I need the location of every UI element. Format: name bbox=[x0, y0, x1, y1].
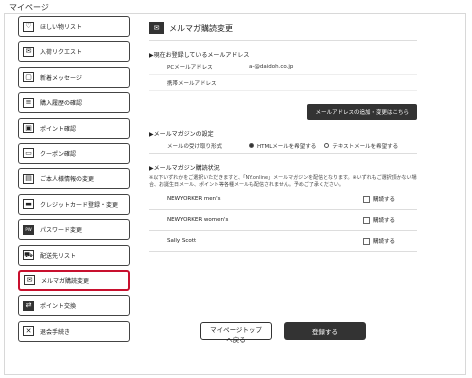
sidebar-item-label: 退会手続き bbox=[40, 328, 71, 336]
checkbox-icon bbox=[362, 216, 370, 224]
heart-icon: ♡ bbox=[23, 21, 34, 32]
sidebar-item-label: ポイント確認 bbox=[40, 125, 77, 133]
sidebar-item-11[interactable]: ⇄ ポイント交換 bbox=[18, 295, 130, 317]
sidebar-item-label: クレジットカード登録・変更 bbox=[40, 201, 119, 209]
subscribe-checkbox-label: 購読する bbox=[372, 239, 395, 245]
sidebar-item-2[interactable]: ▢ 新着メッセージ bbox=[18, 66, 130, 88]
magazine-row: Sally Scott 購読する bbox=[149, 231, 417, 252]
html-radio[interactable]: HTMLメールを希望する bbox=[249, 142, 316, 150]
sidebar-item-6[interactable]: ▤ ご本人様情報の変更 bbox=[18, 168, 130, 190]
mail-icon: ✉ bbox=[24, 275, 35, 286]
html-radio-label: HTMLメールを希望する bbox=[257, 143, 317, 150]
sidebar-item-1[interactable]: ✉ 入荷リクエスト bbox=[18, 41, 130, 63]
form-actions: マイページトップへ戻る 登録する bbox=[200, 322, 366, 344]
sidebar-item-10[interactable]: ✉ メルマガ購読変更 bbox=[18, 269, 130, 291]
radio-unselected-icon bbox=[324, 143, 330, 148]
page-title: マイページ bbox=[9, 3, 49, 12]
sidebar: ♡ ほしい物リスト ✉ 入荷リクエスト ▢ 新着メッセージ ≡ 購入履歴の確認 ▣ ポイント確認 ▭… bbox=[18, 16, 130, 346]
sidebar-item-12[interactable]: ✕ 退会手続き bbox=[18, 320, 130, 342]
close-icon: ✕ bbox=[23, 326, 34, 337]
sidebar-item-label: クーポン確認 bbox=[40, 150, 77, 158]
subscribe-checkbox-label: 購読する bbox=[372, 197, 395, 203]
email-button-wrap: メールアドレスの追加・変更はこちら bbox=[149, 99, 417, 120]
sidebar-item-label: 配送先リスト bbox=[40, 252, 77, 260]
add-change-email-button[interactable]: メールアドレスの追加・変更はこちら bbox=[307, 104, 417, 120]
point-card-icon: ▣ bbox=[23, 123, 34, 134]
section-title: メルマガ購読変更 bbox=[169, 23, 233, 33]
id-card-icon: ▤ bbox=[23, 173, 34, 184]
submit-button[interactable]: 登録する bbox=[284, 322, 366, 340]
magazine-list: NEWYORKER men's 購読する NEWYORKER women's 購読する… bbox=[149, 189, 417, 252]
format-label: メールの受け取り形式 bbox=[167, 143, 223, 150]
sidebar-item-7[interactable]: ▬ クレジットカード登録・変更 bbox=[18, 193, 130, 215]
mobile-email-label: 携帯メールアドレス bbox=[167, 80, 217, 87]
text-radio-label: テキストメールを希望する bbox=[332, 143, 399, 150]
sidebar-item-0[interactable]: ♡ ほしい物リスト bbox=[18, 16, 130, 37]
subscribe-checkbox[interactable]: 購読する bbox=[362, 237, 395, 245]
sidebar-item-label: パスワード変更 bbox=[40, 227, 83, 235]
subscribe-checkbox[interactable]: 購読する bbox=[362, 195, 395, 203]
checkbox-icon bbox=[362, 237, 370, 245]
password-icon: PW bbox=[23, 224, 34, 235]
email-section-title: ▶現在お登録しているメールアドレス bbox=[149, 52, 250, 59]
sidebar-item-3[interactable]: ≡ 購入履歴の確認 bbox=[18, 92, 130, 114]
sidebar-item-4[interactable]: ▣ ポイント確認 bbox=[18, 117, 130, 139]
magazine-name: NEWYORKER women's bbox=[167, 217, 229, 223]
message-icon: ▢ bbox=[23, 72, 34, 83]
sidebar-item-label: 新着メッセージ bbox=[40, 74, 82, 82]
section-header: ✉ メルマガ購読変更 bbox=[149, 22, 417, 41]
magazine-row: NEWYORKER women's 購読する bbox=[149, 210, 417, 231]
format-row: メールの受け取り形式 HTMLメールを希望する テキストメールを希望する bbox=[149, 138, 417, 154]
subscription-section-title: ▶メールマガジン購読状況 bbox=[149, 165, 220, 172]
credit-card-icon: ▬ bbox=[23, 199, 34, 210]
back-to-mypage-button[interactable]: マイページトップへ戻る bbox=[200, 322, 272, 344]
truck-icon: ⛟ bbox=[23, 250, 34, 261]
mail-icon: ✉ bbox=[149, 22, 164, 34]
magazine-row: NEWYORKER men's 購読する bbox=[149, 189, 417, 210]
pc-email-label: PCメールアドレス bbox=[167, 64, 213, 71]
list-icon: ≡ bbox=[23, 97, 34, 108]
pc-email-row: PCメールアドレス a-@daidoh.co.jp bbox=[149, 59, 417, 75]
subscription-note: ※以下いずれかをご選択いただきますと、「NY.online」メールマガジンを配信… bbox=[149, 175, 417, 188]
text-radio[interactable]: テキストメールを希望する bbox=[324, 142, 398, 150]
pc-email-value: a-@daidoh.co.jp bbox=[249, 63, 294, 70]
subscribe-checkbox[interactable]: 購読する bbox=[362, 216, 395, 224]
subscribe-checkbox-label: 購読する bbox=[372, 218, 395, 224]
coupon-icon: ▭ bbox=[23, 148, 34, 159]
settings-section-title: ▶メールマガジンの設定 bbox=[149, 131, 214, 138]
sidebar-item-label: ポイント交換 bbox=[40, 303, 77, 311]
magazine-name: NEWYORKER men's bbox=[167, 196, 221, 202]
radio-selected-icon bbox=[249, 143, 254, 148]
sidebar-item-9[interactable]: ⛟ 配送先リスト bbox=[18, 244, 130, 266]
mail-icon: ✉ bbox=[23, 46, 34, 57]
checkbox-icon bbox=[362, 195, 370, 203]
main-content: ✉ メルマガ購読変更 ▶現在お登録しているメールアドレス PCメールアドレス a… bbox=[149, 22, 417, 252]
sidebar-item-label: ご本人様情報の変更 bbox=[40, 176, 95, 184]
sidebar-item-label: ほしい物リスト bbox=[40, 24, 83, 31]
exchange-icon: ⇄ bbox=[23, 300, 34, 311]
sidebar-item-label: 入荷リクエスト bbox=[40, 49, 83, 57]
sidebar-item-5[interactable]: ▭ クーポン確認 bbox=[18, 142, 130, 164]
sidebar-item-label: メルマガ購読変更 bbox=[41, 277, 90, 285]
magazine-name: Sally Scott bbox=[167, 238, 197, 244]
sidebar-item-label: 購入履歴の確認 bbox=[40, 100, 83, 108]
mobile-email-row: 携帯メールアドレス bbox=[149, 75, 417, 91]
sidebar-item-8[interactable]: PW パスワード変更 bbox=[18, 219, 130, 241]
